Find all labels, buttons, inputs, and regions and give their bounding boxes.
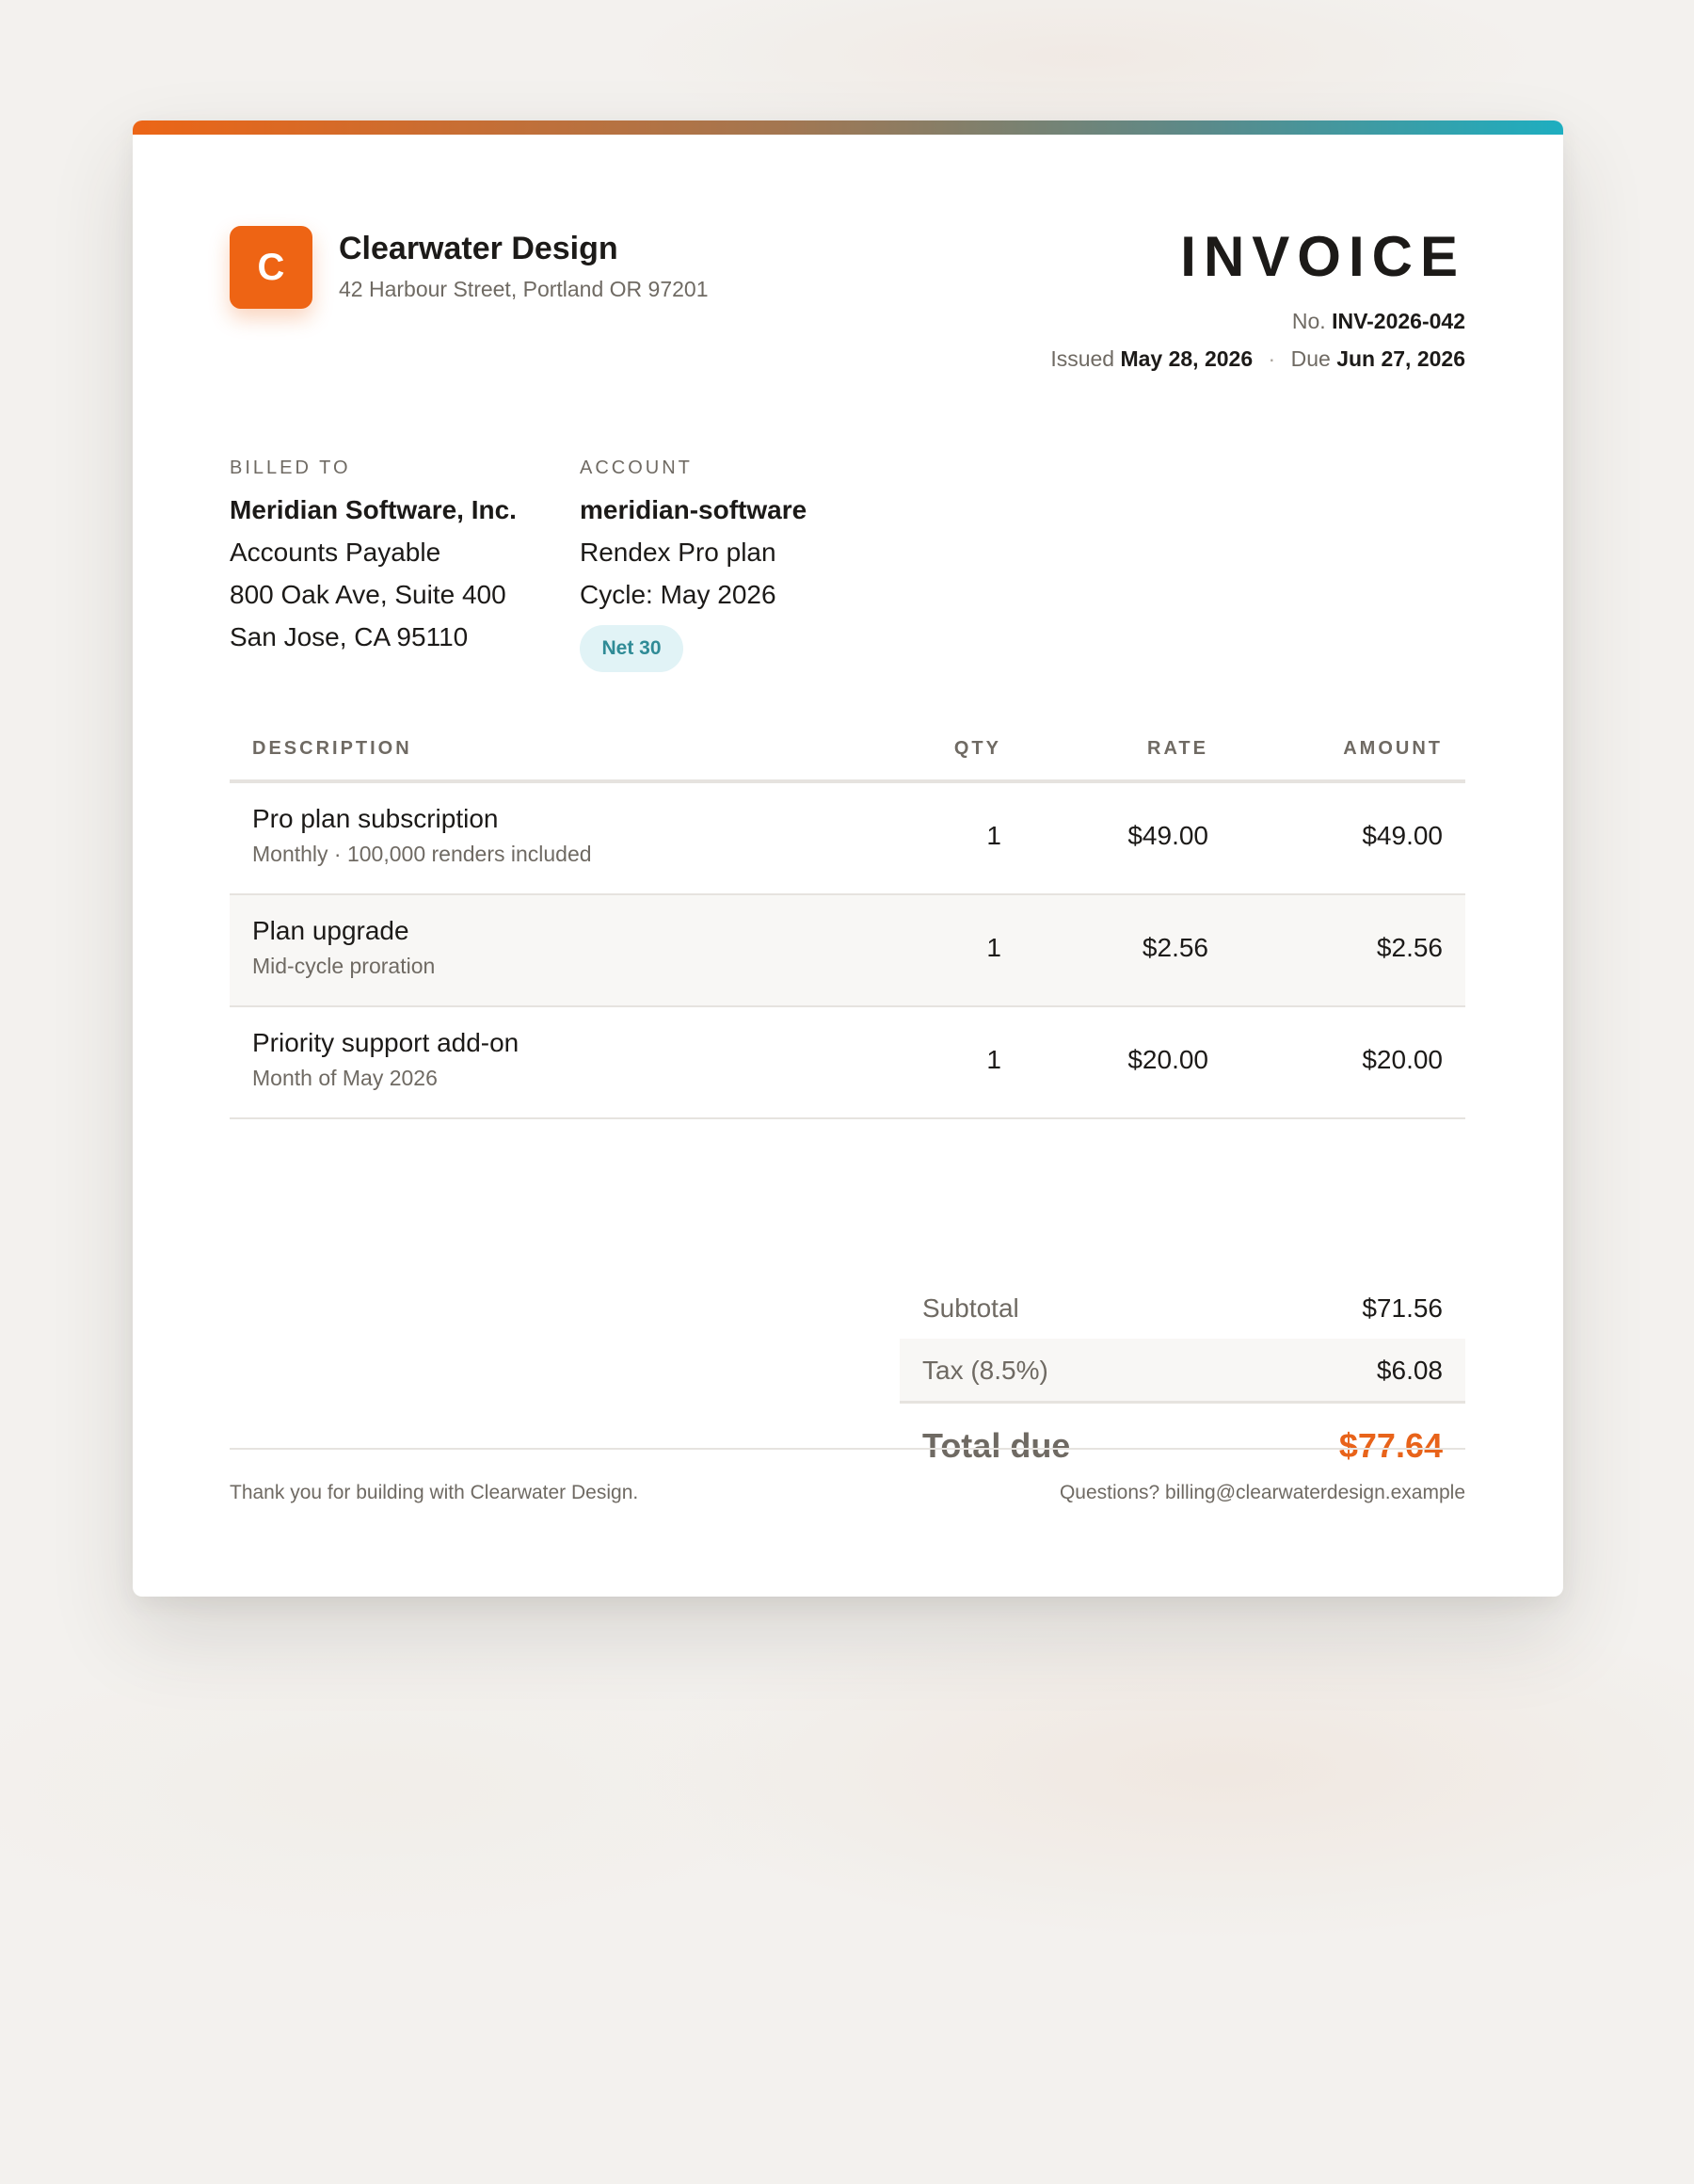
table-row: Plan upgrade Mid-cycle proration 1 $2.56… xyxy=(230,895,1465,1007)
invoice-dates-line: Issued May 28, 2026 · Due Jun 27, 2026 xyxy=(1050,346,1465,372)
item-amount: $49.00 xyxy=(1362,821,1443,850)
item-rate: $20.00 xyxy=(1127,1045,1208,1074)
accent-gradient-bar xyxy=(133,120,1563,135)
billed-to-name: Meridian Software, Inc. xyxy=(230,495,517,524)
subtotal-row: Subtotal $71.56 xyxy=(900,1277,1465,1339)
billed-to-street: 800 Oak Ave, Suite 400 xyxy=(230,580,506,609)
account-cycle: Cycle: May 2026 xyxy=(580,580,776,609)
company-logo: C xyxy=(230,226,312,309)
header-qty: QTY xyxy=(953,738,1001,759)
item-qty: 1 xyxy=(986,821,1001,850)
header-description: DESCRIPTION xyxy=(252,738,412,759)
company-name: Clearwater Design xyxy=(339,231,618,266)
due-date: Jun 27, 2026 xyxy=(1336,346,1465,371)
tax-label: Tax (8.5%) xyxy=(922,1356,1048,1385)
item-detail: Monthly · 100,000 renders included xyxy=(252,842,592,866)
date-separator: · xyxy=(1268,346,1276,371)
item-detail: Month of May 2026 xyxy=(252,1066,438,1090)
total-due-row: Total due $77.64 xyxy=(900,1404,1465,1488)
issued-date: May 28, 2026 xyxy=(1120,346,1254,371)
item-detail: Mid-cycle proration xyxy=(252,954,436,978)
issued-label: Issued xyxy=(1050,346,1115,371)
table-row: Priority support add-on Month of May 202… xyxy=(230,1007,1465,1119)
item-description: Pro plan subscription xyxy=(252,804,499,833)
item-amount: $20.00 xyxy=(1362,1045,1443,1074)
billed-to-city: San Jose, CA 95110 xyxy=(230,622,469,651)
account-plan: Rendex Pro plan xyxy=(580,538,776,567)
subtotal-value: $71.56 xyxy=(1362,1293,1443,1323)
totals-block: Subtotal $71.56 Tax (8.5%) $6.08 Total d… xyxy=(900,1277,1465,1488)
payment-terms-badge: Net 30 xyxy=(580,625,683,672)
total-due-value: $77.64 xyxy=(1338,1426,1443,1465)
billed-to-label: BILLED TO xyxy=(230,458,351,478)
item-rate: $49.00 xyxy=(1127,821,1208,850)
invoice-title: INVOICE xyxy=(1180,225,1465,288)
tax-row: Tax (8.5%) $6.08 xyxy=(900,1339,1465,1404)
invoice-number: INV-2026-042 xyxy=(1332,309,1465,333)
item-description: Plan upgrade xyxy=(252,916,409,945)
line-items-table: DESCRIPTION QTY RATE AMOUNT Pro plan sub… xyxy=(230,727,1465,1119)
tax-value: $6.08 xyxy=(1376,1356,1443,1385)
footer-thanks: Thank you for building with Clearwater D… xyxy=(230,1482,639,1503)
header-rate: RATE xyxy=(1147,738,1208,759)
item-rate: $2.56 xyxy=(1142,933,1208,962)
billed-to-department: Accounts Payable xyxy=(230,538,441,567)
due-label: Due xyxy=(1290,346,1331,371)
invoice-number-line: No. INV-2026-042 xyxy=(1292,309,1465,334)
item-qty: 1 xyxy=(986,1045,1001,1074)
item-qty: 1 xyxy=(986,933,1001,962)
table-header: DESCRIPTION QTY RATE AMOUNT xyxy=(230,727,1465,783)
subtotal-label: Subtotal xyxy=(922,1293,1019,1323)
footer-divider xyxy=(230,1448,1465,1450)
total-due-label: Total due xyxy=(922,1426,1071,1465)
account-id: meridian-software xyxy=(580,495,807,524)
invoice-number-label: No. xyxy=(1291,309,1326,333)
account-label: ACCOUNT xyxy=(580,458,693,478)
company-address: 42 Harbour Street, Portland OR 97201 xyxy=(339,277,709,301)
logo-letter: C xyxy=(257,246,285,288)
footer-contact: Questions? billing@clearwaterdesign.exam… xyxy=(1059,1482,1465,1503)
item-amount: $2.56 xyxy=(1376,933,1443,962)
invoice-card: C Clearwater Design 42 Harbour Street, P… xyxy=(133,120,1563,1597)
header-amount: AMOUNT xyxy=(1343,738,1443,759)
item-description: Priority support add-on xyxy=(252,1028,519,1057)
table-row: Pro plan subscription Monthly · 100,000 … xyxy=(230,783,1465,895)
